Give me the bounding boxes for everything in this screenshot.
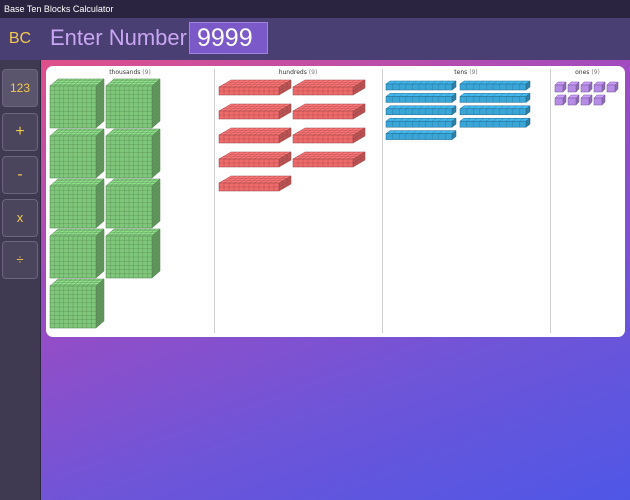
thousands-blocks bbox=[49, 78, 161, 329]
ten-rod bbox=[459, 92, 531, 103]
ten-rod bbox=[385, 105, 457, 116]
one-unit bbox=[567, 94, 580, 106]
hundred-flat bbox=[218, 103, 292, 120]
divide-button[interactable]: ÷ bbox=[2, 241, 38, 279]
thousand-cube bbox=[105, 178, 161, 229]
ten-rod bbox=[459, 80, 531, 91]
ten-rod bbox=[385, 80, 457, 91]
ten-rod bbox=[385, 117, 457, 128]
thousands-column: thousands (9) bbox=[46, 66, 214, 337]
tens-header: tens (9) bbox=[454, 69, 478, 76]
thousand-cube bbox=[49, 128, 105, 179]
ones-blocks bbox=[554, 81, 619, 106]
thousand-cube bbox=[49, 228, 105, 279]
one-unit bbox=[606, 81, 619, 93]
add-button[interactable]: + bbox=[2, 113, 38, 151]
app-logo: BC bbox=[8, 30, 32, 47]
one-unit bbox=[593, 81, 606, 93]
tens-column: tens (9) bbox=[382, 66, 550, 337]
hundred-flat bbox=[218, 151, 292, 168]
one-unit bbox=[554, 81, 567, 93]
one-unit bbox=[554, 94, 567, 106]
multiply-button[interactable]: x bbox=[2, 199, 38, 237]
ten-rod bbox=[385, 92, 457, 103]
hundreds-column: hundreds (9) bbox=[214, 66, 382, 337]
enter-number-label: Enter Number bbox=[50, 25, 187, 50]
hundred-flat bbox=[218, 79, 292, 96]
header: BC Enter Number 9999 bbox=[0, 18, 630, 60]
place-value-panel: thousands (9) hundreds (9) tens (9) ones… bbox=[46, 66, 625, 337]
number-input[interactable]: 9999 bbox=[189, 22, 268, 54]
thousand-cube bbox=[49, 278, 105, 329]
thousand-cube bbox=[49, 178, 105, 229]
hundred-flat bbox=[292, 151, 366, 168]
hundred-flat bbox=[292, 79, 366, 96]
ten-rod bbox=[385, 130, 457, 141]
hundreds-blocks bbox=[218, 79, 366, 192]
one-unit bbox=[580, 94, 593, 106]
window-title: Base Ten Blocks Calculator bbox=[0, 0, 630, 18]
ones-header: ones (9) bbox=[575, 69, 600, 76]
hundred-flat bbox=[292, 127, 366, 144]
ten-rod bbox=[459, 117, 531, 128]
ones-column: ones (9) bbox=[550, 66, 625, 337]
ten-rod bbox=[459, 105, 531, 116]
thousand-cube bbox=[105, 78, 161, 129]
number-mode-button[interactable]: 123 bbox=[2, 69, 38, 107]
thousand-cube bbox=[105, 128, 161, 179]
operations-sidebar: 123 + - x ÷ bbox=[0, 60, 41, 500]
hundred-flat bbox=[292, 103, 366, 120]
hundreds-header: hundreds (9) bbox=[278, 69, 318, 76]
hundred-flat bbox=[218, 127, 292, 144]
tens-blocks bbox=[385, 80, 531, 141]
one-unit bbox=[567, 81, 580, 93]
thousand-cube bbox=[49, 78, 105, 129]
one-unit bbox=[593, 94, 606, 106]
one-unit bbox=[580, 81, 593, 93]
thousands-header: thousands (9) bbox=[109, 69, 151, 76]
subtract-button[interactable]: - bbox=[2, 156, 38, 194]
hundred-flat bbox=[218, 175, 292, 192]
thousand-cube bbox=[105, 228, 161, 279]
